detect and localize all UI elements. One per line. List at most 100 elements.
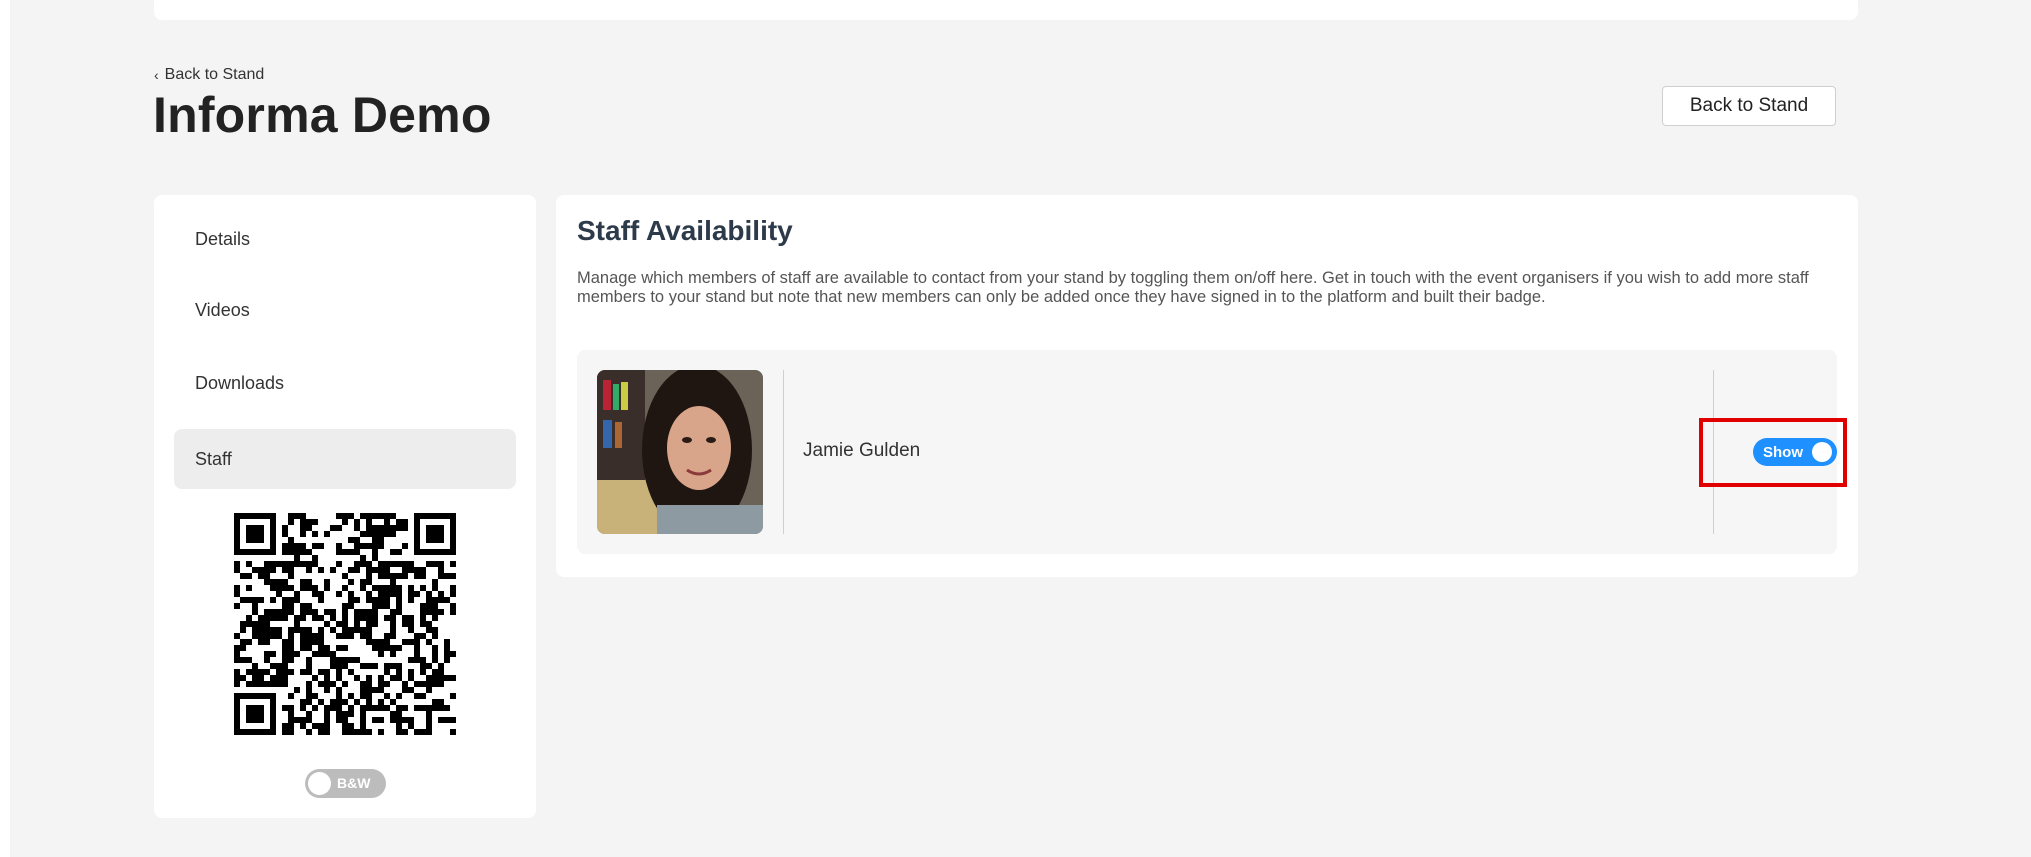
qr-module (372, 609, 378, 615)
qr-module (282, 549, 288, 555)
qr-module (342, 711, 348, 717)
qr-module (312, 585, 318, 591)
sidebar-item-staff[interactable]: Staff (174, 429, 516, 489)
qr-module (306, 711, 312, 717)
qr-module (426, 717, 432, 723)
qr-module (390, 561, 396, 567)
qr-module (240, 657, 246, 663)
bw-toggle[interactable]: B&W (305, 769, 386, 798)
qr-module (324, 681, 330, 687)
qr-module (252, 669, 258, 675)
qr-module (414, 705, 420, 711)
qr-module (348, 693, 354, 699)
qr-module (384, 633, 390, 639)
staff-availability-panel: Staff Availability Manage which members … (556, 195, 1858, 577)
qr-module (282, 675, 288, 681)
qr-module (312, 651, 318, 657)
qr-module (312, 555, 318, 561)
qr-module (282, 585, 288, 591)
qr-module (420, 663, 426, 669)
qr-module (264, 627, 270, 633)
section-title: Staff Availability (577, 215, 793, 246)
qr-module (324, 609, 330, 615)
divider (783, 370, 784, 534)
qr-module (396, 711, 402, 717)
qr-module (306, 687, 312, 693)
qr-module (384, 591, 390, 597)
qr-module (312, 615, 318, 621)
qr-module (438, 681, 444, 687)
qr-module (336, 717, 342, 723)
qr-module (372, 567, 378, 573)
qr-module (366, 639, 372, 645)
qr-module (408, 561, 414, 567)
qr-module (354, 609, 360, 615)
qr-module (402, 525, 408, 531)
qr-module (390, 609, 396, 615)
qr-module (324, 645, 330, 651)
qr-module (408, 591, 414, 597)
qr-module (390, 549, 396, 555)
qr-module (384, 531, 390, 537)
sidebar-item-details[interactable]: Details (174, 209, 516, 269)
qr-module (378, 729, 384, 735)
qr-module (276, 627, 282, 633)
qr-module (432, 705, 438, 711)
qr-module (390, 531, 396, 537)
qr-module (276, 609, 282, 615)
qr-module (372, 531, 378, 537)
qr-module (294, 597, 300, 603)
qr-module (450, 693, 456, 699)
sidebar-item-videos[interactable]: Videos (174, 280, 516, 340)
chevron-left-icon: ‹ (154, 67, 159, 83)
qr-module (300, 585, 306, 591)
qr-module (336, 621, 342, 627)
sidebar-item-downloads[interactable]: Downloads (174, 353, 516, 413)
qr-module (366, 591, 372, 597)
qr-module (360, 723, 366, 729)
qr-module (354, 729, 360, 735)
qr-module (276, 675, 282, 681)
qr-module (288, 645, 294, 651)
qr-module (396, 609, 402, 615)
qr-module (294, 591, 300, 597)
qr-module (396, 675, 402, 681)
qr-module (264, 579, 270, 585)
qr-module (288, 627, 294, 633)
qr-module (426, 663, 432, 669)
qr-module (420, 603, 426, 609)
qr-module (318, 591, 324, 597)
qr-module (408, 639, 414, 645)
qr-module (432, 627, 438, 633)
qr-module (342, 699, 348, 705)
qr-module (366, 573, 372, 579)
qr-module (336, 669, 342, 675)
qr-module (234, 675, 240, 681)
qr-module (378, 681, 384, 687)
qr-module (336, 543, 342, 549)
qr-module (402, 681, 408, 687)
qr-module (324, 723, 330, 729)
qr-module (258, 627, 264, 633)
qr-module (390, 675, 396, 681)
qr-module (258, 681, 264, 687)
back-to-stand-button[interactable]: Back to Stand (1662, 86, 1836, 126)
qr-module (390, 663, 396, 669)
qr-module (444, 645, 450, 651)
qr-module (282, 669, 288, 675)
qr-module (282, 705, 288, 711)
qr-module (318, 669, 324, 675)
qr-module (378, 567, 384, 573)
back-to-stand-link[interactable]: ‹ Back to Stand (154, 66, 264, 84)
qr-module (360, 585, 366, 591)
qr-module (234, 603, 240, 609)
qr-module (444, 705, 450, 711)
qr-module (264, 639, 270, 645)
qr-module (300, 627, 306, 633)
qr-module (276, 669, 282, 675)
qr-module (330, 699, 336, 705)
qr-module (444, 717, 450, 723)
sidebar-item-label: Videos (195, 299, 250, 320)
qr-module (270, 615, 276, 621)
qr-module (366, 627, 372, 633)
